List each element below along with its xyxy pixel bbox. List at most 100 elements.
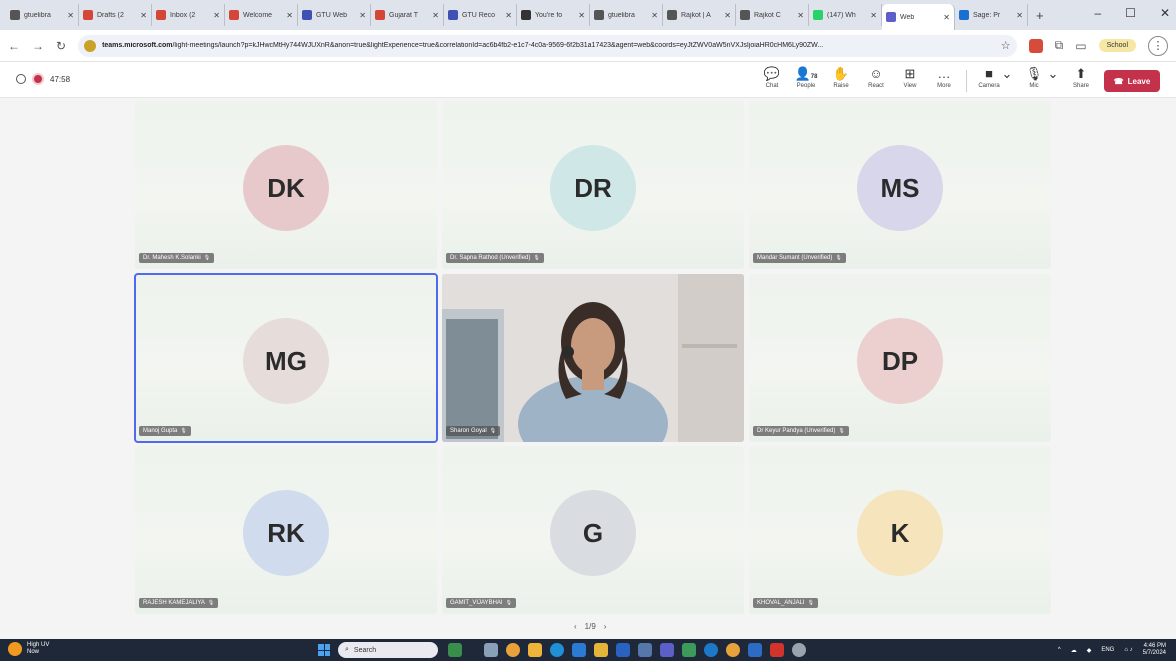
participant-tile[interactable]: G GAMIT_VIJAYBHAI 🎙 — [442, 446, 744, 614]
raise-hand-button[interactable]: ✋ Raise — [826, 65, 856, 89]
tab-favicon-icon — [448, 10, 458, 20]
participant-avatar: DR — [550, 145, 636, 231]
mic-button[interactable]: 🎙 Mic — [1019, 65, 1049, 89]
participant-tile[interactable]: K KHOVAL_ANJALI 🎙 — [749, 446, 1051, 614]
chrome-profile-app-icon[interactable] — [726, 643, 740, 657]
profile-button[interactable]: School — [1098, 39, 1136, 52]
reload-icon[interactable]: ↻ — [56, 39, 66, 53]
app-icon[interactable] — [638, 643, 652, 657]
chat-button[interactable]: 💬 Chat — [757, 65, 787, 89]
browser-tab[interactable]: Gujarat T ✕ — [371, 4, 444, 26]
leave-button[interactable]: ☎ Leave — [1104, 70, 1160, 92]
forward-icon[interactable]: → — [32, 39, 44, 53]
muted-mic-icon: 🎙 — [207, 600, 215, 606]
tab-close-icon[interactable]: ✕ — [286, 11, 293, 20]
site-info-icon[interactable] — [84, 39, 97, 52]
browser-tab[interactable]: gtuelibra ✕ — [590, 4, 663, 26]
browser-tab[interactable]: Drafts (2 ✕ — [79, 4, 152, 26]
tab-title: Rajkot | A — [681, 11, 711, 19]
view-button[interactable]: ⊞ View — [895, 65, 925, 89]
maximize-icon[interactable]: ☐ — [1125, 6, 1136, 20]
participant-tile[interactable]: MG Manoj Gupta 🎙 — [134, 273, 438, 443]
participant-tile[interactable]: RK RAJESH KAMEJALIYA 🎙 — [135, 446, 437, 614]
sun-icon — [8, 642, 22, 656]
participant-tile[interactable]: DK Dr. Mahesh K.Solanki 🎙 — [135, 101, 437, 269]
tab-close-icon[interactable]: ✕ — [651, 11, 658, 20]
tab-close-icon[interactable]: ✕ — [943, 13, 950, 22]
browser-tab[interactable]: (147) Wh ✕ — [809, 4, 882, 26]
taskbar-search[interactable]: ⌕ Search — [338, 642, 438, 658]
weather-widget[interactable]: High UV Now — [8, 642, 49, 656]
share-button[interactable]: ⬆ Share — [1066, 65, 1096, 89]
back-icon[interactable]: ← — [8, 39, 20, 53]
browser-tab[interactable]: gtuelibra ✕ — [6, 4, 79, 26]
tab-close-icon[interactable]: ✕ — [213, 11, 220, 20]
store-app-icon[interactable] — [572, 643, 586, 657]
camera-options-chevron-icon[interactable]: ⌄ — [1000, 65, 1014, 83]
file-explorer-icon[interactable] — [528, 643, 542, 657]
participant-tile[interactable]: MS Mandar Sumant (Unverified) 🎙 — [749, 101, 1051, 269]
side-panel-icon[interactable]: ▭ — [1075, 39, 1086, 53]
people-button[interactable]: 👤78 People — [791, 65, 821, 89]
bookmark-star-icon[interactable]: ☆ — [1001, 39, 1011, 52]
url-text[interactable]: teams.microsoft.com/light-meetings/launc… — [102, 42, 995, 49]
participant-avatar: MG — [243, 318, 329, 404]
browser-app-icon[interactable] — [704, 643, 718, 657]
url-path: /light-meetings/launch?p=kJHwcMtHy744WJU… — [172, 42, 824, 49]
next-page-chevron-icon[interactable]: › — [604, 622, 607, 631]
browser-menu-icon[interactable]: ⋮ — [1148, 35, 1168, 56]
tab-close-icon[interactable]: ✕ — [797, 11, 804, 20]
browser-tab[interactable]: Inbox (2 ✕ — [152, 4, 225, 26]
meeting-info-icon[interactable] — [16, 74, 26, 84]
browser-tab[interactable]: Web ✕ — [882, 4, 955, 30]
more-button[interactable]: … More — [929, 65, 959, 89]
windows-start-icon[interactable] — [318, 644, 330, 656]
tab-close-icon[interactable]: ✕ — [140, 11, 147, 20]
browser-tab[interactable]: GTU Web ✕ — [298, 4, 371, 26]
browser-tab[interactable]: Sage: Pr ✕ — [955, 4, 1028, 26]
wifi-volume-icon[interactable]: ⌂ ♪ — [1124, 647, 1132, 653]
browser-tab[interactable]: Welcome ✕ — [225, 4, 298, 26]
participant-tile[interactable]: DP Dr Keyur Pandya (Unverified) 🎙 — [749, 274, 1051, 442]
browser-tab[interactable]: Rajkot | A ✕ — [663, 4, 736, 26]
tab-close-icon[interactable]: ✕ — [578, 11, 585, 20]
outlook-app-icon[interactable] — [748, 643, 762, 657]
tray-app-icon[interactable]: ◆ — [1087, 647, 1092, 654]
participant-video-tile[interactable]: Sharon Goyal 🎙 — [442, 274, 744, 442]
tray-chevron-icon[interactable]: ^ — [1058, 647, 1061, 653]
mic-options-chevron-icon[interactable]: ⌄ — [1046, 65, 1060, 83]
cloud-icon[interactable]: ☁ — [1071, 647, 1077, 654]
edge-app-icon[interactable] — [550, 643, 564, 657]
browser-tab[interactable]: GTU Reco ✕ — [444, 4, 517, 26]
extension-icon[interactable] — [1028, 38, 1043, 53]
language-indicator[interactable]: ENG — [1101, 647, 1114, 653]
tab-close-icon[interactable]: ✕ — [432, 11, 439, 20]
prev-page-chevron-icon[interactable]: ‹ — [574, 622, 577, 631]
pdf-app-icon[interactable] — [770, 643, 784, 657]
minimize-icon[interactable]: – — [1094, 6, 1101, 20]
address-bar[interactable]: teams.microsoft.com/light-meetings/launc… — [78, 34, 1017, 57]
tab-close-icon[interactable]: ✕ — [505, 11, 512, 20]
browser-tab[interactable]: Rajkot C ✕ — [736, 4, 809, 26]
tab-title: GTU Web — [316, 11, 347, 19]
new-tab-button[interactable]: + — [1028, 8, 1052, 23]
task-view-icon[interactable] — [484, 643, 498, 657]
tab-close-icon[interactable]: ✕ — [724, 11, 731, 20]
settings-gear-icon[interactable] — [792, 643, 806, 657]
tab-close-icon[interactable]: ✕ — [359, 11, 366, 20]
react-button[interactable]: ☺ React — [861, 65, 891, 89]
word-app-icon[interactable] — [616, 643, 630, 657]
excel-app-icon[interactable] — [682, 643, 696, 657]
close-window-icon[interactable]: ✕ — [1160, 6, 1170, 20]
extensions-puzzle-icon[interactable]: ⧉ — [1055, 38, 1064, 53]
participant-tile[interactable]: DR Dr. Sapna Rathod (Unverified) 🎙 — [442, 101, 744, 269]
folder-app-icon[interactable] — [594, 643, 608, 657]
tab-close-icon[interactable]: ✕ — [1016, 11, 1023, 20]
tab-close-icon[interactable]: ✕ — [870, 11, 877, 20]
teams-app-icon[interactable] — [660, 643, 674, 657]
widgets-app-icon[interactable] — [448, 643, 462, 657]
clock[interactable]: 4:46 PM 5/7/2024 — [1143, 643, 1166, 657]
tab-close-icon[interactable]: ✕ — [67, 11, 74, 20]
browser-tab[interactable]: You're fo ✕ — [517, 4, 590, 26]
chrome-app-icon[interactable] — [506, 643, 520, 657]
